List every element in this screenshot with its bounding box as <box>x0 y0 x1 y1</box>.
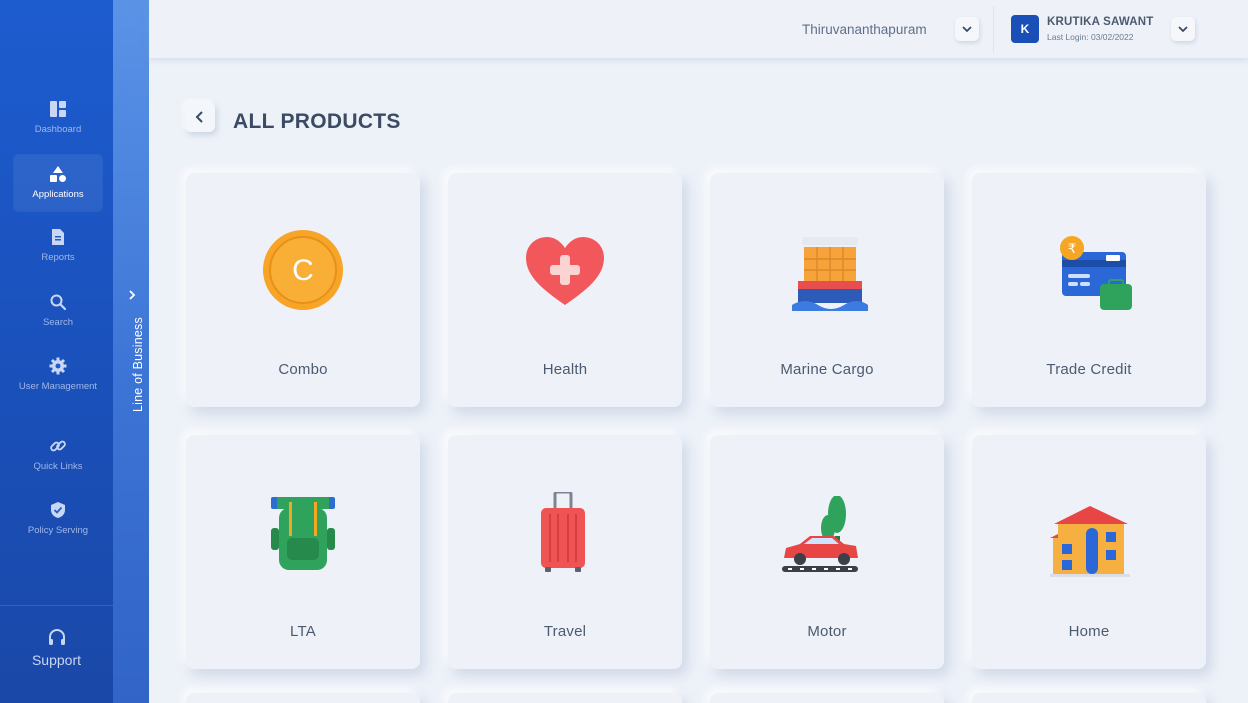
product-card-partial[interactable] <box>448 693 682 703</box>
location-dropdown-button[interactable] <box>955 17 979 41</box>
document-icon <box>52 229 64 245</box>
support-button[interactable]: Support <box>0 628 113 668</box>
header-divider <box>993 6 994 52</box>
headset-icon <box>48 629 65 645</box>
product-card-home[interactable]: Home <box>972 435 1206 669</box>
product-card-lta[interactable]: LTA <box>186 435 420 669</box>
sidebar-item-search[interactable]: Search <box>14 293 102 333</box>
sidebar-item-label: Dashboard <box>34 124 82 135</box>
user-menu-dropdown-button[interactable] <box>1171 17 1195 41</box>
sidebar-item-dashboard[interactable]: Dashboard <box>14 100 102 140</box>
suitcase-icon <box>541 492 585 572</box>
sidebar-item-label: User Management <box>18 381 98 392</box>
line-of-business-label: Line of Business <box>131 317 145 412</box>
product-card-marine-cargo[interactable]: Marine Cargo <box>710 173 944 407</box>
sidebar: Dashboard Applications Reports Search Us… <box>0 0 113 703</box>
cargo-ship-icon <box>792 237 868 311</box>
product-label: Combo <box>278 361 328 378</box>
gear-icon <box>49 357 67 375</box>
svg-text:C: C <box>292 254 314 287</box>
product-label: Motor <box>807 623 847 640</box>
support-label: Support <box>31 652 82 668</box>
product-card-partial[interactable] <box>710 693 944 703</box>
product-label: Trade Credit <box>1046 361 1132 378</box>
shield-check-icon <box>51 502 65 518</box>
product-card-health[interactable]: Health <box>448 173 682 407</box>
sidebar-item-applications[interactable]: Applications <box>14 155 102 211</box>
sidebar-item-label: Applications <box>32 189 84 200</box>
product-label: Home <box>1068 623 1110 640</box>
sidebar-item-quick-links[interactable]: Quick Links <box>14 437 102 477</box>
sidebar-item-policy-serving[interactable]: Policy Serving <box>14 501 102 541</box>
product-card-partial[interactable] <box>186 693 420 703</box>
chevron-right-icon[interactable] <box>125 288 139 302</box>
last-login: Last Login: 03/02/2022 <box>1047 32 1134 42</box>
product-label: Marine Cargo <box>780 361 874 378</box>
chevron-left-icon <box>195 111 203 123</box>
product-card-combo[interactable]: C Combo <box>186 173 420 407</box>
sidebar-item-label: Quick Links <box>33 461 83 472</box>
product-label: LTA <box>290 623 316 640</box>
avatar: K <box>1011 15 1039 43</box>
product-card-trade-credit[interactable]: ₹ Trade Credit <box>972 173 1206 407</box>
back-button[interactable] <box>185 102 215 132</box>
product-label: Health <box>542 361 588 378</box>
product-card-partial[interactable] <box>972 693 1206 703</box>
svg-text:₹: ₹ <box>1068 242 1076 257</box>
sidebar-item-reports[interactable]: Reports <box>14 228 102 268</box>
backpack-icon <box>271 497 335 570</box>
top-header <box>149 0 1248 58</box>
car-icon <box>782 496 858 572</box>
user-name: KRUTIKA SAWANT <box>1047 16 1154 28</box>
sidebar-item-label: Policy Serving <box>27 525 89 536</box>
sidebar-item-label: Reports <box>41 252 75 263</box>
sidebar-item-label: Search <box>42 317 74 328</box>
sidebar-divider <box>0 605 113 606</box>
page-title: ALL PRODUCTS <box>233 110 401 133</box>
product-card-travel[interactable]: Travel <box>448 435 682 669</box>
link-icon <box>50 440 66 452</box>
shapes-icon <box>50 166 66 182</box>
credit-card-rupee-icon: ₹ <box>1060 236 1132 310</box>
house-icon <box>1050 506 1130 577</box>
heart-plus-icon <box>526 237 604 305</box>
search-icon <box>50 294 67 311</box>
dashboard-icon <box>50 101 66 117</box>
chevron-down-icon <box>1178 26 1188 33</box>
coin-c-icon: C <box>263 230 343 310</box>
sidebar-item-user-management[interactable]: User Management <box>14 357 102 409</box>
chevron-down-icon <box>962 26 972 33</box>
product-card-motor[interactable]: Motor <box>710 435 944 669</box>
product-label: Travel <box>543 623 587 640</box>
location-label: Thiruvananthapuram <box>802 22 927 37</box>
